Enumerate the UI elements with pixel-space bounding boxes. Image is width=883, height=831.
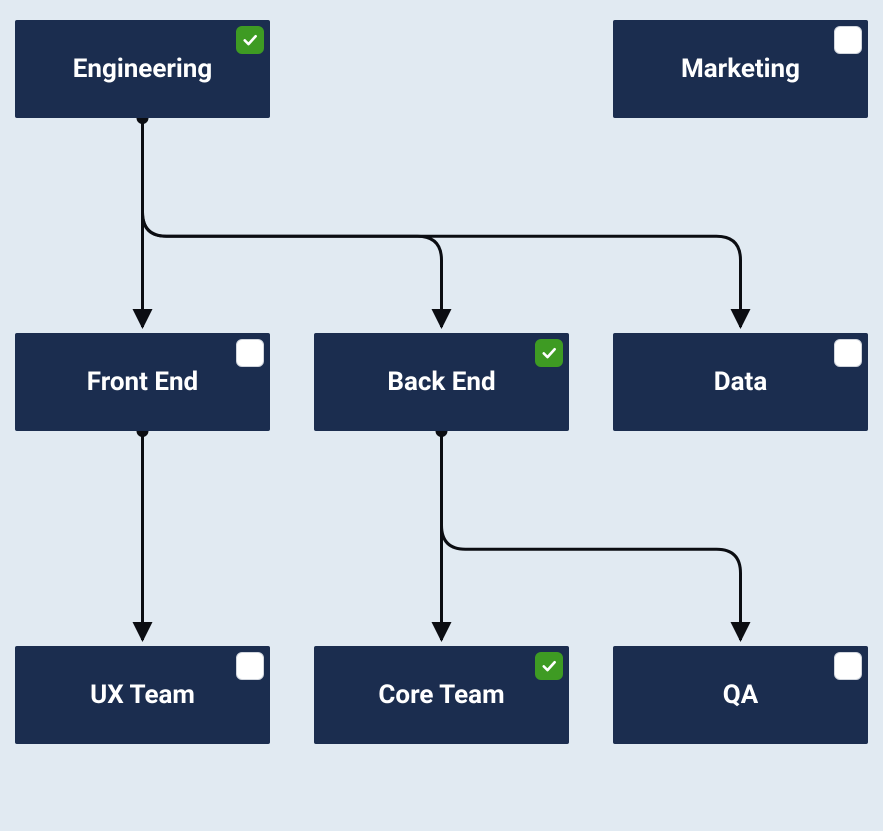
- checkbox-qa[interactable]: [834, 652, 862, 680]
- node-marketing[interactable]: Marketing: [613, 20, 868, 118]
- node-label: Back End: [387, 367, 495, 397]
- edge-backend-to-qa: [442, 431, 741, 640]
- node-data[interactable]: Data: [613, 333, 868, 431]
- checkbox-marketing[interactable]: [834, 26, 862, 54]
- node-uxteam[interactable]: UX Team: [15, 646, 270, 744]
- checkbox-backend[interactable]: [535, 339, 563, 367]
- checkbox-data[interactable]: [834, 339, 862, 367]
- edge-engineering-to-data: [143, 118, 741, 327]
- node-frontend[interactable]: Front End: [15, 333, 270, 431]
- node-coreteam[interactable]: Core Team: [314, 646, 569, 744]
- diagram-canvas: Engineering Marketing Front End Back End Dat…: [0, 0, 883, 831]
- node-engineering[interactable]: Engineering: [15, 20, 270, 118]
- node-backend[interactable]: Back End: [314, 333, 569, 431]
- node-label: Data: [714, 367, 768, 397]
- checkbox-uxteam[interactable]: [236, 652, 264, 680]
- checkbox-frontend[interactable]: [236, 339, 264, 367]
- check-icon: [540, 344, 558, 362]
- node-qa[interactable]: QA: [613, 646, 868, 744]
- check-icon: [540, 657, 558, 675]
- node-label: Marketing: [681, 54, 800, 84]
- checkbox-engineering[interactable]: [236, 26, 264, 54]
- check-icon: [241, 31, 259, 49]
- node-label: Front End: [87, 367, 198, 397]
- node-label: Core Team: [378, 680, 504, 710]
- node-label: UX Team: [90, 680, 195, 710]
- edge-engineering-to-backend: [143, 118, 442, 327]
- checkbox-coreteam[interactable]: [535, 652, 563, 680]
- node-label: Engineering: [73, 54, 212, 84]
- node-label: QA: [723, 680, 758, 710]
